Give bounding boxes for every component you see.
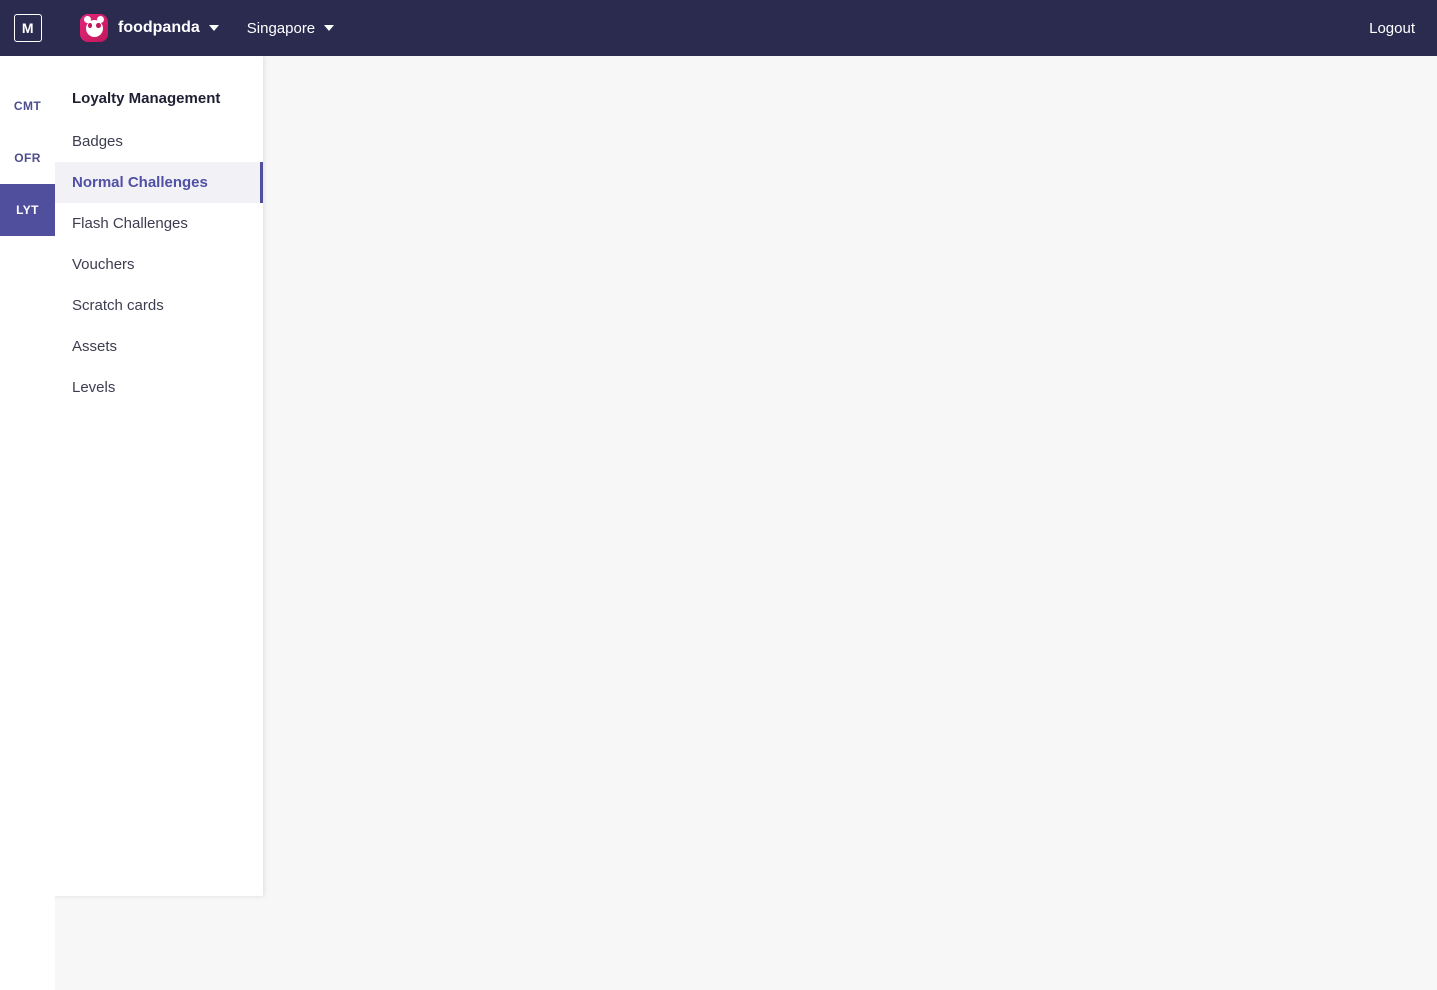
rail-item-lyt[interactable]: LYT xyxy=(0,184,55,236)
sidebar-item-label: Flash Challenges xyxy=(72,215,188,232)
foodpanda-logo-icon xyxy=(80,14,108,42)
sidebar-item-label: Badges xyxy=(72,133,123,150)
country-label: Singapore xyxy=(246,19,316,37)
sidebar-item-label: Scratch cards xyxy=(72,297,164,314)
rail-item-label: OFR xyxy=(14,151,41,165)
rail-item-ofr[interactable]: OFR xyxy=(0,132,55,184)
app-logo-label: M xyxy=(21,20,35,36)
brand-name: foodpanda xyxy=(118,19,200,36)
country-selector[interactable]: Singapore xyxy=(246,19,335,37)
brand-selector[interactable]: foodpanda xyxy=(80,14,219,42)
sidebar-item-label: Vouchers xyxy=(72,256,135,273)
app-logo[interactable]: M xyxy=(14,14,42,42)
rail-item-label: LYT xyxy=(16,203,39,217)
rail-item-cmt[interactable]: CMT xyxy=(0,80,55,132)
chevron-down-icon xyxy=(324,25,335,31)
sidebar-item-label: Assets xyxy=(72,338,118,355)
chevron-down-icon xyxy=(208,25,219,31)
logout-button[interactable]: Logout xyxy=(1369,20,1415,37)
rail-item-label: CMT xyxy=(13,99,42,113)
sidebar-item-label: Normal Challenges xyxy=(72,174,208,191)
module-rail: CMT OFR LYT xyxy=(0,56,55,990)
top-bar: M foodpanda Singapore Logout xyxy=(0,0,1437,56)
sidebar-item-label: Levels xyxy=(72,379,116,396)
